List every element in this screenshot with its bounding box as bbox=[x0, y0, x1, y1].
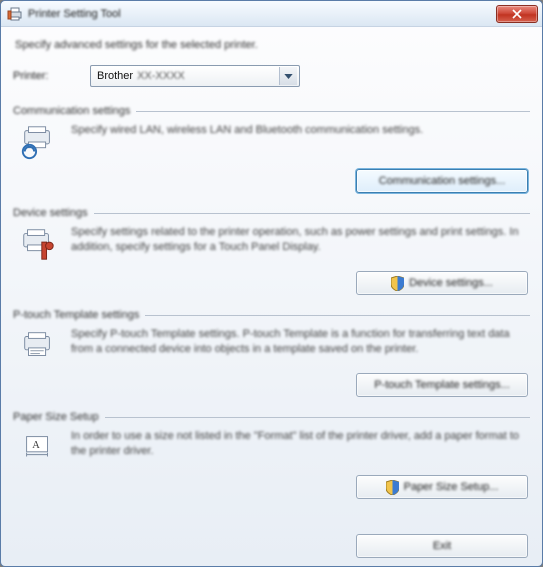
group-device: Device settings Specify settings related… bbox=[13, 207, 530, 301]
shield-icon bbox=[391, 276, 404, 291]
divider bbox=[105, 417, 530, 418]
window-title: Printer Setting Tool bbox=[28, 8, 496, 20]
button-label: Exit bbox=[433, 540, 451, 552]
exit-button[interactable]: Exit bbox=[356, 534, 528, 558]
window: Printer Setting Tool Specify advanced se… bbox=[0, 0, 543, 567]
button-label: Device settings... bbox=[409, 277, 493, 289]
group-communication: Communication settings Specify wired LAN… bbox=[13, 105, 530, 199]
communication-settings-button[interactable]: Communication settings... bbox=[356, 169, 528, 193]
group-paper: Paper Size Setup A In order to use a siz… bbox=[13, 411, 530, 505]
group-title-template: P-touch Template settings bbox=[13, 309, 139, 321]
shield-icon bbox=[386, 480, 399, 495]
svg-text:A: A bbox=[32, 440, 40, 451]
group-desc-communication: Specify wired LAN, wireless LAN and Blue… bbox=[71, 123, 530, 138]
network-printer-icon bbox=[19, 123, 57, 161]
group-desc-paper: In order to use a size not listed in the… bbox=[71, 429, 530, 459]
printer-row: Printer: Brother XX-XXXX bbox=[13, 65, 530, 87]
group-title-communication: Communication settings bbox=[13, 105, 130, 117]
paper-size-icon: A bbox=[19, 429, 57, 467]
divider bbox=[136, 111, 530, 112]
group-title-device: Device settings bbox=[13, 207, 88, 219]
printer-tools-icon bbox=[19, 225, 57, 263]
button-label: Communication settings... bbox=[379, 175, 506, 187]
app-icon bbox=[7, 6, 23, 22]
paper-size-setup-button[interactable]: Paper Size Setup... bbox=[356, 475, 528, 499]
chevron-down-icon bbox=[279, 67, 297, 85]
divider bbox=[94, 213, 530, 214]
group-template: P-touch Template settings Specify P-touc… bbox=[13, 309, 530, 403]
printer-select[interactable]: Brother XX-XXXX bbox=[90, 65, 300, 87]
printer-label: Printer: bbox=[13, 70, 68, 82]
button-label: P-touch Template settings... bbox=[374, 379, 510, 391]
group-title-paper: Paper Size Setup bbox=[13, 411, 99, 423]
content-area: Specify advanced settings for the select… bbox=[1, 27, 542, 566]
printer-document-icon bbox=[19, 327, 57, 365]
titlebar: Printer Setting Tool bbox=[1, 1, 542, 27]
group-desc-template: Specify P-touch Template settings. P-tou… bbox=[71, 327, 530, 357]
intro-text: Specify advanced settings for the select… bbox=[15, 39, 530, 51]
device-settings-button[interactable]: Device settings... bbox=[356, 271, 528, 295]
group-desc-device: Specify settings related to the printer … bbox=[71, 225, 530, 255]
printer-select-model: XX-XXXX bbox=[137, 70, 185, 82]
button-label: Paper Size Setup... bbox=[404, 481, 499, 493]
ptouch-template-settings-button[interactable]: P-touch Template settings... bbox=[356, 373, 528, 397]
printer-select-value: Brother bbox=[97, 70, 133, 82]
divider bbox=[145, 315, 530, 316]
close-button[interactable] bbox=[496, 5, 538, 23]
